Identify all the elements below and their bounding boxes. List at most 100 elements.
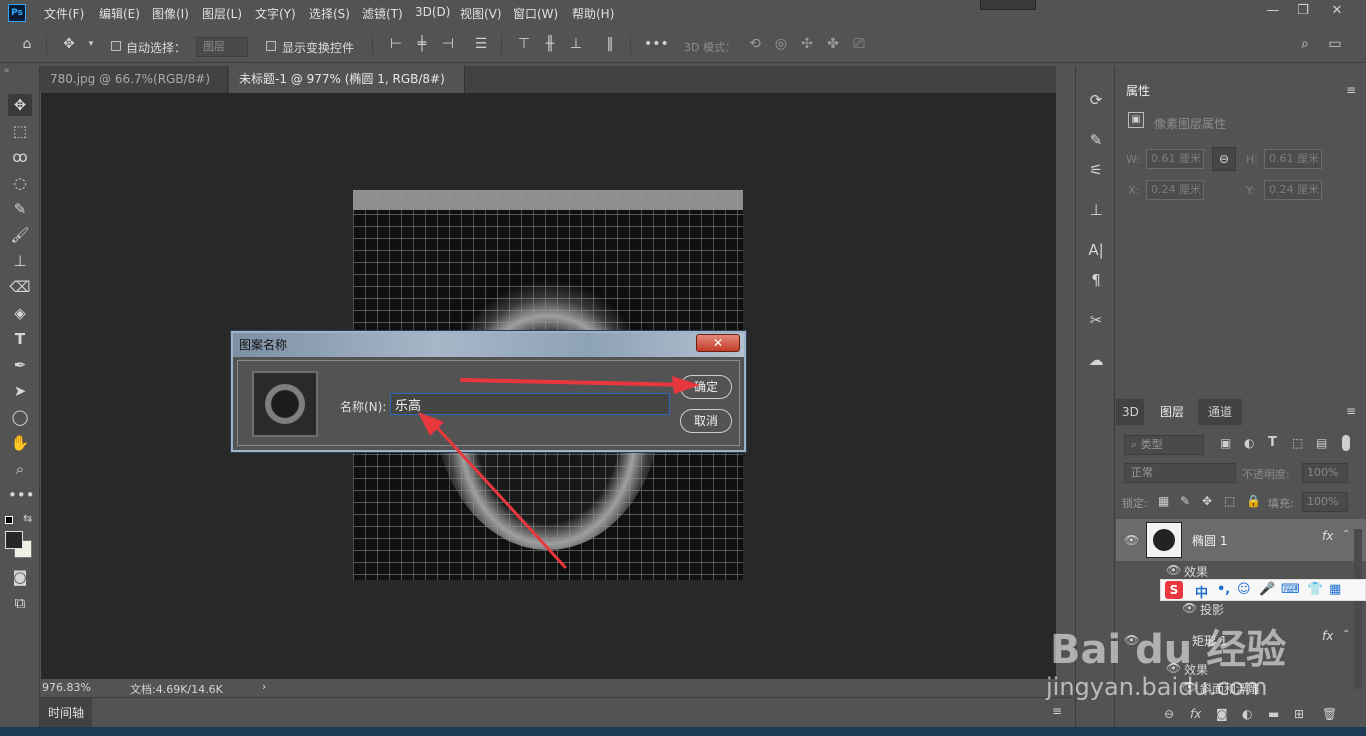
- auto-select-checkbox[interactable]: [111, 41, 121, 51]
- new-group-icon[interactable]: ▬: [1268, 707, 1279, 721]
- swap-colors-icon[interactable]: ⇆: [23, 512, 32, 525]
- lock-position-icon[interactable]: ✥: [1202, 494, 1212, 508]
- 3d-pan-icon[interactable]: ✣: [798, 35, 816, 53]
- search-icon[interactable]: ⌕: [1296, 35, 1314, 53]
- dialog-close-button[interactable]: ✕: [696, 334, 740, 352]
- ellipse-tool-icon[interactable]: ◯: [8, 406, 32, 428]
- minimize-button[interactable]: —: [1258, 2, 1288, 20]
- eraser-tool-icon[interactable]: ⌫: [8, 276, 32, 298]
- x-field[interactable]: 0.24 厘米: [1146, 180, 1204, 200]
- width-field[interactable]: 0.61 厘米: [1146, 149, 1204, 169]
- fill-field[interactable]: 100%: [1302, 492, 1348, 512]
- more-icon[interactable]: •••: [644, 35, 669, 53]
- menu-file[interactable]: 文件(F): [44, 5, 84, 22]
- ok-button[interactable]: 确定: [680, 375, 732, 399]
- move-tool-icon[interactable]: ✥: [60, 35, 78, 53]
- skin-icon[interactable]: 👕: [1307, 582, 1323, 597]
- align-right-icon[interactable]: ⊣: [439, 35, 457, 53]
- menu-layer[interactable]: 图层(L): [202, 5, 242, 22]
- tab-channels[interactable]: 通道: [1198, 399, 1243, 425]
- eyedropper-tool-icon[interactable]: ✎: [8, 198, 32, 220]
- new-layer-icon[interactable]: ⊞: [1294, 707, 1304, 721]
- visibility-eye-icon[interactable]: 👁: [1124, 533, 1139, 547]
- chevron-down-icon[interactable]: ▾: [82, 35, 100, 53]
- brush-settings-icon[interactable]: ✎: [1086, 130, 1106, 150]
- 3d-camera-icon[interactable]: ⎚: [850, 35, 868, 53]
- screen-mode-icon[interactable]: ⧉: [8, 592, 32, 614]
- punctuation-icon[interactable]: •,: [1217, 582, 1230, 597]
- blend-mode-dropdown[interactable]: 正常: [1124, 463, 1236, 483]
- filter-smart-object-icon[interactable]: ▤: [1316, 436, 1327, 450]
- distribute-icon[interactable]: ☰: [472, 35, 490, 53]
- fill-tool-icon[interactable]: ◈: [8, 302, 32, 324]
- menu-window[interactable]: 窗口(W): [513, 5, 558, 22]
- menu-filter[interactable]: 滤镜(T): [362, 5, 403, 22]
- lock-artboard-icon[interactable]: ⬚: [1224, 494, 1235, 508]
- more-tools-icon[interactable]: •••: [8, 484, 35, 506]
- tab-layers[interactable]: 图层: [1150, 399, 1195, 425]
- tab-properties[interactable]: 属性: [1116, 78, 1161, 104]
- distribute-vertical-icon[interactable]: ‖: [601, 35, 619, 53]
- layer-name[interactable]: 椭圆 1: [1192, 532, 1227, 549]
- stamp-tool-icon[interactable]: ⊥: [8, 250, 32, 272]
- lock-pixels-icon[interactable]: ✎: [1180, 494, 1190, 508]
- path-select-tool-icon[interactable]: ➤: [8, 380, 32, 402]
- panel-menu-icon[interactable]: ≡: [1346, 405, 1358, 417]
- zoom-tool-icon[interactable]: ⌕: [8, 458, 32, 480]
- tab-timeline[interactable]: 时间轴: [40, 698, 92, 728]
- opacity-field[interactable]: 100%: [1302, 463, 1348, 483]
- lasso-tool-icon[interactable]: ꝏ: [8, 146, 32, 168]
- lock-all-icon[interactable]: 🔒: [1246, 494, 1261, 508]
- tab-untitled-1[interactable]: 未标题-1 @ 977% (椭圆 1, RGB/8#) *×: [229, 66, 465, 113]
- layers-scrollbar[interactable]: [1354, 529, 1362, 689]
- effects-row[interactable]: 👁 效果: [1116, 561, 1366, 579]
- toolbox-icon[interactable]: ▦: [1329, 582, 1341, 597]
- default-colors-icon[interactable]: [5, 516, 13, 524]
- align-left-icon[interactable]: ⊢: [387, 35, 405, 53]
- collapse-icon[interactable]: »: [4, 66, 10, 76]
- adjustment-layer-icon[interactable]: ◐: [1242, 707, 1252, 721]
- align-hcenter-icon[interactable]: ╪: [413, 35, 431, 53]
- quick-mask-icon[interactable]: ◙: [8, 566, 32, 588]
- filter-adjustment-icon[interactable]: ◐: [1244, 436, 1254, 450]
- home-icon[interactable]: ⌂: [18, 35, 36, 53]
- 3d-orbit-icon[interactable]: ⟲: [746, 35, 764, 53]
- align-top-icon[interactable]: ⊤: [515, 35, 533, 53]
- add-mask-icon[interactable]: ◙: [1216, 707, 1228, 721]
- close-button[interactable]: ✕: [1322, 2, 1352, 20]
- emoji-icon[interactable]: ☺: [1237, 582, 1251, 597]
- marquee-tool-icon[interactable]: ⬚: [8, 120, 32, 142]
- visibility-eye-icon[interactable]: 👁: [1182, 601, 1197, 615]
- layer-row-ellipse-1[interactable]: 👁 椭圆 1 fx ⌃: [1116, 519, 1366, 561]
- restore-button[interactable]: ❐: [1288, 2, 1318, 20]
- status-menu-arrow[interactable]: ›: [262, 680, 266, 693]
- ime-language[interactable]: 中: [1195, 582, 1208, 601]
- voice-icon[interactable]: 🎤: [1259, 582, 1275, 597]
- menu-view[interactable]: 视图(V): [460, 5, 502, 22]
- lock-transparency-icon[interactable]: ▦: [1158, 494, 1169, 508]
- tool-presets-icon[interactable]: ✂: [1086, 310, 1106, 330]
- foreground-color-swatch[interactable]: [5, 531, 23, 549]
- y-field[interactable]: 0.24 厘米: [1264, 180, 1322, 200]
- panel-menu-icon[interactable]: ≡: [1052, 704, 1062, 718]
- layer-filter-dropdown[interactable]: ⌕ 类型: [1124, 435, 1204, 455]
- show-transform-checkbox[interactable]: [266, 41, 276, 51]
- align-vcenter-icon[interactable]: ╫: [541, 35, 559, 53]
- link-layers-icon[interactable]: ⊖: [1164, 707, 1174, 721]
- menu-select[interactable]: 选择(S): [309, 5, 350, 22]
- delete-layer-icon[interactable]: 🗑: [1322, 707, 1337, 721]
- panel-menu-icon[interactable]: ≡: [1346, 84, 1358, 96]
- menu-3d[interactable]: 3D(D): [415, 5, 450, 19]
- height-field[interactable]: 0.61 厘米: [1264, 149, 1322, 169]
- keyboard-icon[interactable]: ⌨: [1281, 582, 1300, 597]
- quick-select-tool-icon[interactable]: ◌: [8, 172, 32, 194]
- adjustments-icon[interactable]: ⚟: [1086, 160, 1106, 180]
- chevron-up-icon[interactable]: ⌃: [1342, 529, 1350, 540]
- type-tool-icon[interactable]: T: [8, 328, 32, 350]
- workspace-icon[interactable]: ▭: [1326, 35, 1344, 53]
- filter-type-icon[interactable]: T: [1268, 435, 1277, 450]
- link-icon[interactable]: ⊖: [1212, 147, 1236, 171]
- menu-edit[interactable]: 编辑(E): [99, 5, 140, 22]
- clone-source-icon[interactable]: ⊥: [1086, 200, 1106, 220]
- visibility-eye-icon[interactable]: 👁: [1166, 563, 1181, 577]
